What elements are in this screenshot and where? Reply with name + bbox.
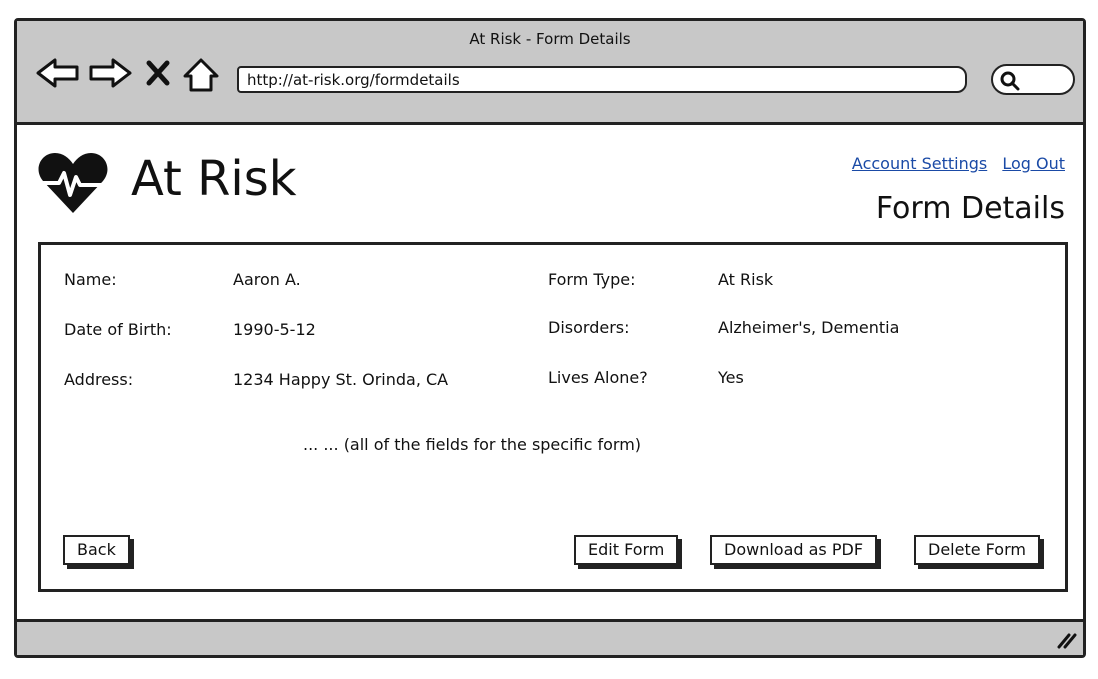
field-label-name: Name: bbox=[64, 270, 117, 289]
field-value-lives-alone: Yes bbox=[718, 368, 744, 387]
window-title: At Risk - Form Details bbox=[469, 30, 631, 48]
account-settings-link[interactable]: Account Settings bbox=[852, 154, 987, 173]
field-label-disorders: Disorders: bbox=[548, 318, 630, 337]
field-value-dob: 1990-5-12 bbox=[233, 320, 316, 339]
heartbeat-logo-icon bbox=[38, 153, 108, 213]
field-label-form-type: Form Type: bbox=[548, 270, 636, 289]
forward-arrow-icon[interactable] bbox=[87, 56, 133, 90]
field-label-dob: Date of Birth: bbox=[64, 320, 172, 339]
search-input[interactable] bbox=[991, 64, 1075, 95]
search-icon bbox=[1000, 71, 1020, 91]
field-value-disorders: Alzheimer's, Dementia bbox=[718, 318, 900, 337]
field-value-address: 1234 Happy St. Orinda, CA bbox=[233, 370, 449, 389]
url-input[interactable]: http://at-risk.org/formdetails bbox=[237, 66, 967, 93]
stop-icon[interactable] bbox=[145, 59, 171, 87]
brand-title: At Risk bbox=[131, 151, 297, 207]
resize-grip-icon[interactable] bbox=[1053, 627, 1077, 651]
edit-form-button[interactable]: Edit Form bbox=[574, 535, 679, 565]
page-title: Form Details bbox=[875, 191, 1065, 226]
delete-form-button[interactable]: Delete Form bbox=[914, 535, 1040, 565]
field-value-form-type: At Risk bbox=[718, 270, 774, 289]
log-out-link[interactable]: Log Out bbox=[1002, 154, 1065, 173]
fields-placeholder-note: ... ... (all of the fields for the speci… bbox=[303, 435, 642, 454]
back-button[interactable]: Back bbox=[63, 535, 130, 565]
browser-window: At Risk - Form Details http://at-risk.or… bbox=[14, 18, 1086, 658]
status-bar bbox=[17, 619, 1083, 655]
download-pdf-button[interactable]: Download as PDF bbox=[710, 535, 878, 565]
home-icon[interactable] bbox=[181, 56, 221, 94]
field-value-name: Aaron A. bbox=[233, 270, 301, 289]
top-links: Account Settings Log Out bbox=[842, 154, 1065, 173]
back-arrow-icon[interactable] bbox=[35, 56, 81, 90]
field-label-address: Address: bbox=[64, 370, 134, 389]
form-details-card: Name: Aaron A. Date of Birth: 1990-5-12 … bbox=[38, 242, 1068, 592]
field-label-lives-alone: Lives Alone? bbox=[548, 368, 648, 387]
title-bar: At Risk - Form Details http://at-risk.or… bbox=[17, 21, 1083, 125]
